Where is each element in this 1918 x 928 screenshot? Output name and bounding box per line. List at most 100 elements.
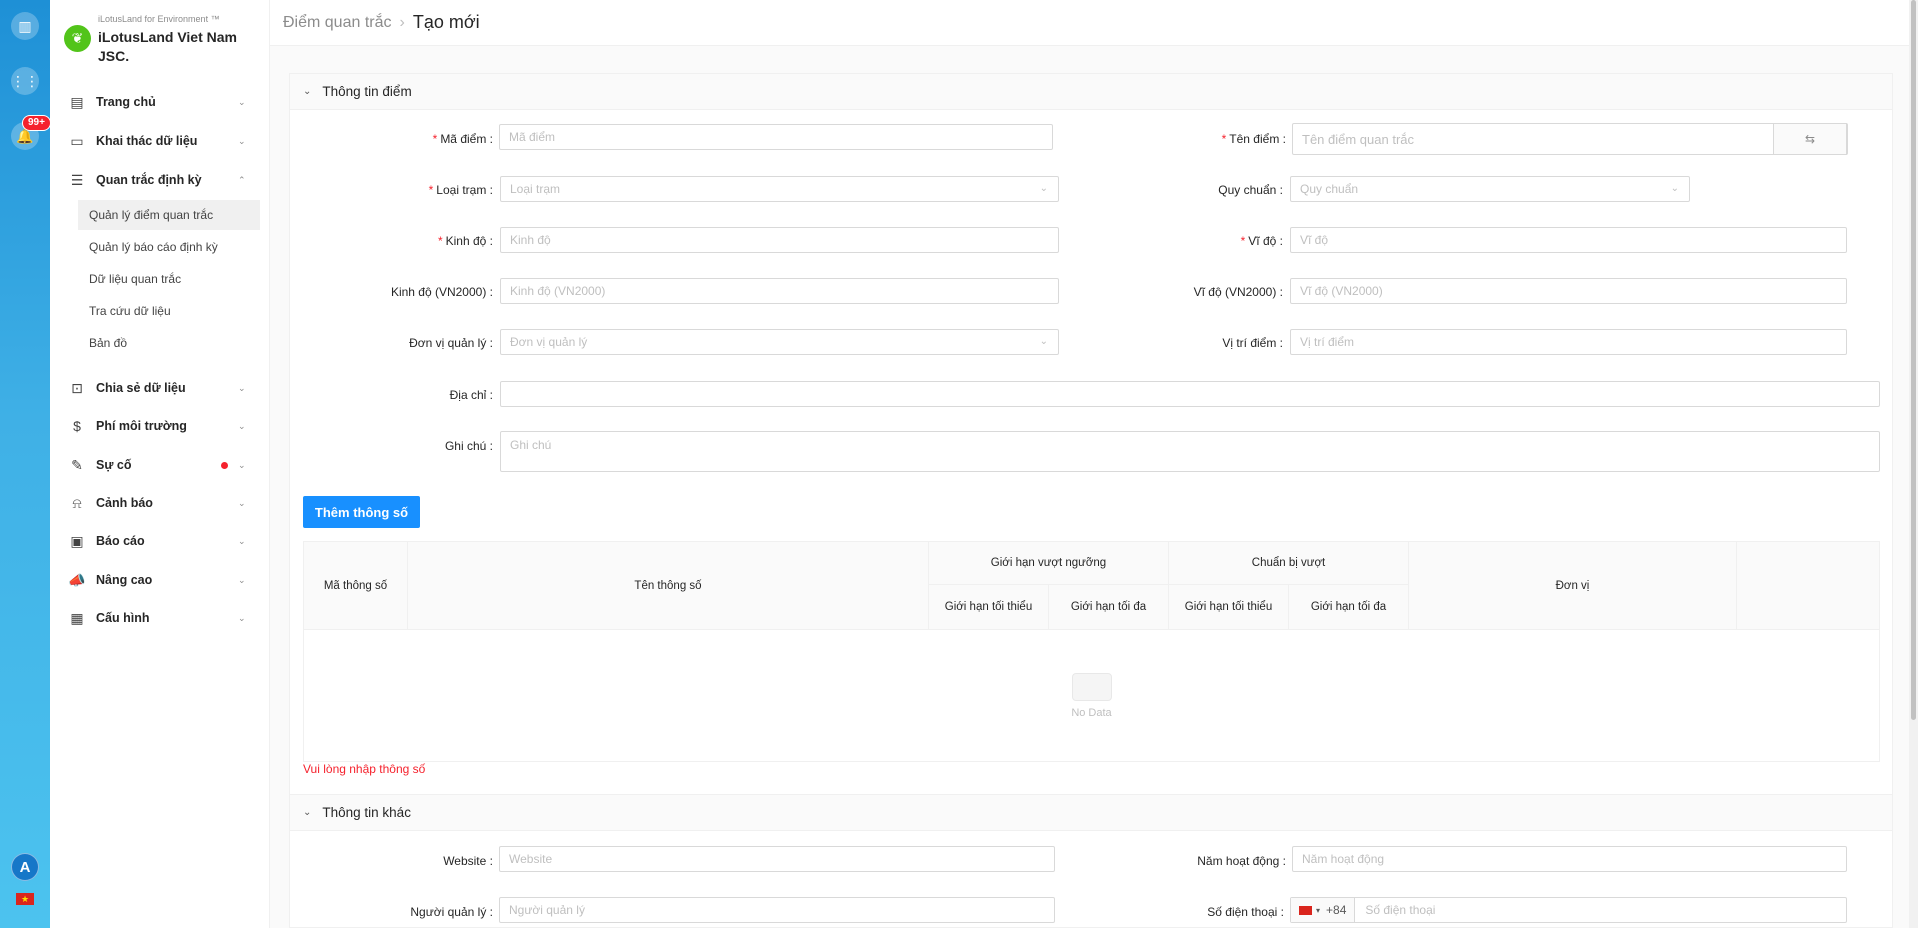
ghi-chu-textarea[interactable]: Ghi chú — [500, 431, 1880, 472]
vi-do-input[interactable]: Vĩ độ — [1290, 227, 1847, 253]
panel-title: Thông tin khác — [322, 805, 411, 820]
menu-label: Phí môi trường — [96, 419, 187, 433]
chevron-right-icon: › — [399, 13, 405, 31]
kinh-do-label: * Kinh độ : — [437, 234, 493, 248]
quy-chuan-select[interactable]: Quy chuẩn ⌄ — [1290, 176, 1690, 202]
empty-state: No Data — [304, 630, 1879, 761]
sidebar-subitem-tra-cuu[interactable]: Tra cứu dữ liệu — [78, 296, 260, 326]
leaf-logo-icon: ❦ — [64, 25, 91, 52]
menu-label: Nâng cao — [96, 573, 153, 587]
chevron-down-icon: ⌄ — [238, 420, 246, 431]
sidebar-item-trang-chu[interactable]: ▤ Trang chủ ⌄ — [50, 84, 260, 120]
col-min-1: Giới hạn tối thiểu — [929, 585, 1049, 630]
chevron-down-icon: ⌄ — [238, 574, 246, 585]
country-code: +84 — [1326, 903, 1347, 917]
ten-diem-input[interactable]: Tên điểm quan trắc ⇆ — [1292, 123, 1848, 155]
scrollbar-thumb[interactable] — [1911, 0, 1916, 720]
chevron-down-icon: ⌄ — [1670, 183, 1679, 194]
empty-inbox-icon — [1071, 672, 1112, 701]
menu-label: Chia sẻ dữ liệu — [96, 381, 186, 395]
col-group-chuan-bi: Chuẩn bị vượt — [1169, 542, 1409, 585]
brand-name: iLotusLand Viet Nam JSC. — [98, 29, 237, 64]
col-don-vi: Đơn vị — [1409, 542, 1737, 630]
alert-dot — [221, 461, 228, 469]
loai-tram-select[interactable]: Loại trạm ⌄ — [500, 176, 1059, 202]
phone-placeholder: Số điện thoại — [1365, 903, 1436, 917]
sidebar-item-chia-se[interactable]: ⊡ Chia sẻ dữ liệu ⌄ — [50, 370, 260, 406]
edit-icon: ✎ — [71, 456, 83, 473]
kinh-do-vn2000-input[interactable]: Kinh độ (VN2000) — [500, 278, 1059, 304]
col-actions — [1737, 542, 1879, 630]
col-group-gioi-han: Giới hạn vượt ngưỡng — [929, 542, 1169, 585]
menu-label: Trang chủ — [96, 95, 156, 109]
menu-label: Cấu hình — [96, 611, 150, 625]
bell-icon: ⍾ — [72, 494, 82, 511]
brand[interactable]: ❦ iLotusLand for Environment ™ iLotusLan… — [62, 12, 267, 67]
chevron-down-icon: ⌄ — [238, 459, 246, 470]
panel-header[interactable]: ⌄ Thông tin khác — [290, 795, 1892, 831]
ghi-chu-label: Ghi chú : — [444, 439, 493, 453]
chevron-down-icon: ⌄ — [238, 612, 246, 623]
vi-do-vn2000-input[interactable]: Vĩ độ (VN2000) — [1290, 278, 1847, 304]
caret-down-icon: ▾ — [1316, 905, 1321, 915]
settings-icon: ▦ — [70, 609, 84, 626]
empty-text: No Data — [1071, 706, 1112, 719]
apps-grid-icon[interactable]: ⋮⋮ — [11, 67, 39, 95]
col-min-2: Giới hạn tối thiểu — [1169, 585, 1289, 630]
sidebar-item-phi-moi-truong[interactable]: $ Phí môi trường ⌄ — [50, 408, 260, 444]
monitor-icon: ▭ — [70, 132, 84, 149]
sidebar-item-quan-trac[interactable]: ☰ Quan trắc định kỳ ⌃ — [50, 162, 260, 198]
sidebar-subitem-ban-do[interactable]: Bản đồ — [78, 328, 260, 358]
sidebar-item-su-co[interactable]: ✎ Sự cố ⌄ — [50, 447, 260, 483]
sidebar-item-nang-cao[interactable]: 📣 Nâng cao ⌄ — [50, 562, 260, 598]
vi-do-vn2000-label: Vĩ độ (VN2000) : — [1193, 285, 1283, 299]
chevron-down-icon: ⌄ — [1039, 336, 1048, 347]
share-icon: ⊡ — [71, 379, 83, 396]
sidebar-item-bao-cao[interactable]: ▣ Báo cáo ⌄ — [50, 523, 260, 559]
nam-hoat-dong-input[interactable]: Năm hoạt động — [1292, 846, 1847, 872]
vietnam-flag-icon — [1299, 905, 1312, 915]
sidebar-item-khai-thac[interactable]: ▭ Khai thác dữ liệu ⌄ — [50, 123, 260, 159]
validation-error: Vui lòng nhập thông số — [303, 762, 426, 776]
report-icon: ▣ — [70, 532, 84, 549]
app-rail: ▥ ⋮⋮ 🔔 99+ A ★ — [0, 0, 51, 928]
chevron-down-icon: ⌄ — [238, 497, 246, 508]
kinh-do-input[interactable]: Kinh độ — [500, 227, 1059, 253]
dashboard-icon[interactable]: ▥ — [11, 12, 39, 40]
sidebar-item-cau-hinh[interactable]: ▦ Cấu hình ⌄ — [50, 600, 260, 636]
don-vi-quan-ly-label: Đơn vị quản lý : — [409, 336, 493, 350]
sidebar-subitem-du-lieu[interactable]: Dữ liệu quan trắc — [78, 264, 260, 294]
list-icon: ☰ — [70, 171, 84, 188]
vi-tri-diem-input[interactable]: Vị trí điểm — [1290, 329, 1847, 355]
panel-title: Thông tin điểm — [322, 84, 412, 99]
sidebar-item-canh-bao[interactable]: ⍾ Cảnh báo ⌄ — [50, 485, 260, 521]
menu-label: Sự cố — [96, 458, 132, 472]
nguoi-quan-ly-label: Người quản lý : — [410, 905, 493, 919]
panel-header[interactable]: ⌄ Thông tin điểm — [290, 74, 1892, 110]
website-label: Website : — [443, 854, 493, 868]
nam-hoat-dong-label: Năm hoạt động : — [1197, 854, 1286, 868]
page-title: Tạo mới — [412, 12, 480, 32]
breadcrumb: Điểm quan trắc › Tạo mới — [270, 0, 1918, 46]
sidebar-subitem-quan-ly-diem[interactable]: Quản lý điểm quan trắc — [78, 200, 260, 230]
breadcrumb-parent[interactable]: Điểm quan trắc — [283, 14, 392, 32]
country-code-select[interactable]: ▾ +84 — [1291, 898, 1356, 922]
don-vi-quan-ly-select[interactable]: Đơn vị quản lý ⌄ — [500, 329, 1059, 355]
so-dien-thoai-input[interactable]: ▾ +84 Số điện thoại — [1290, 897, 1847, 923]
translate-icon[interactable]: ⇆ — [1773, 123, 1847, 155]
add-parameter-button[interactable]: Thêm thông số — [303, 496, 420, 528]
chevron-down-icon: ⌄ — [303, 807, 312, 818]
vi-tri-diem-label: Vị trí điểm : — [1222, 336, 1283, 350]
nguoi-quan-ly-input[interactable]: Người quản lý — [499, 897, 1055, 923]
col-max-1: Giới hạn tối đa — [1049, 585, 1169, 630]
vietnam-flag-icon[interactable]: ★ — [16, 893, 34, 905]
chevron-down-icon: ⌄ — [238, 96, 246, 107]
sidebar-subitem-bao-cao[interactable]: Quản lý báo cáo định kỳ — [78, 232, 260, 262]
website-input[interactable]: Website — [499, 846, 1055, 872]
dia-chi-input[interactable] — [500, 381, 1880, 407]
avatar[interactable]: A — [11, 853, 39, 881]
vi-do-label: * Vĩ độ : — [1240, 234, 1283, 248]
ma-diem-input[interactable]: Mã điểm — [499, 124, 1053, 150]
home-icon: ▤ — [70, 93, 84, 110]
menu-label: Cảnh báo — [96, 496, 153, 510]
